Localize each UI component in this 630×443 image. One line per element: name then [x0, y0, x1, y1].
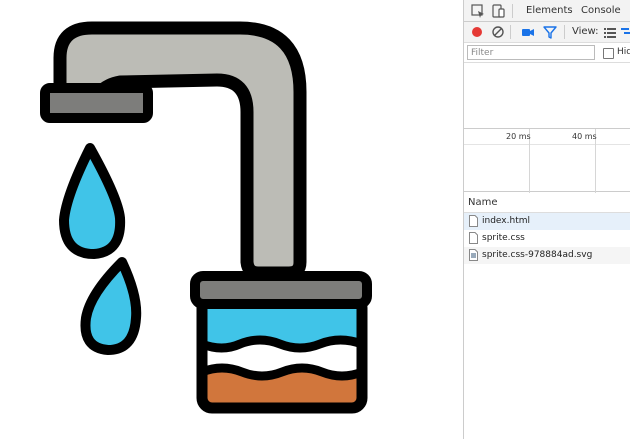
request-name: sprite.css-978884ad.svg [482, 250, 593, 260]
devtools-panel: Elements Console View: H [463, 0, 630, 439]
request-name: index.html [482, 216, 530, 226]
timeline-tick: 40 ms [572, 132, 597, 141]
request-name: sprite.css [482, 233, 525, 243]
glass-lid [190, 271, 372, 309]
request-row[interactable]: sprite.css-978884ad.svg [464, 247, 630, 264]
water-drop-2 [80, 257, 142, 355]
tab-separator [512, 4, 513, 18]
document-icon [469, 215, 478, 227]
water-drop-1 [59, 143, 126, 259]
hide-data-urls-checkbox[interactable] [603, 48, 614, 59]
timeline-overview[interactable]: 20 ms 40 ms [464, 128, 630, 193]
view-label: View: [572, 26, 599, 37]
timeline-tick: 20 ms [506, 132, 531, 141]
document-icon [469, 232, 478, 244]
capture-screenshots-icon[interactable] [520, 24, 536, 40]
filter-row: Hid [464, 43, 630, 63]
hide-data-urls-label: Hid [617, 47, 630, 57]
clear-icon[interactable] [490, 24, 506, 40]
list-view-icon[interactable] [602, 24, 618, 40]
devtools-tab-bar: Elements Console [464, 0, 630, 22]
waterfall-view-icon[interactable] [620, 24, 630, 40]
page-viewport [0, 0, 463, 439]
name-header-label: Name [468, 197, 498, 208]
request-row[interactable]: sprite.css [464, 230, 630, 247]
record-icon[interactable] [469, 24, 485, 40]
name-column-header[interactable]: Name [464, 193, 630, 213]
toolbar-separator [564, 25, 565, 39]
water-glass [196, 292, 368, 414]
toolbar-separator [510, 25, 511, 39]
image-file-icon [469, 249, 478, 261]
device-toolbar-icon[interactable] [490, 3, 506, 19]
filter-input[interactable] [467, 45, 595, 60]
filter-icon[interactable] [542, 24, 558, 40]
request-row[interactable]: index.html [464, 213, 630, 230]
faucet-nozzle [40, 83, 153, 123]
timeline-ruler [464, 129, 630, 145]
network-toolbar: View: [464, 22, 630, 43]
request-list: index.html sprite.css sprite.css-978884a… [464, 213, 630, 264]
tab-console[interactable]: Console [581, 5, 621, 16]
faucet-illustration [40, 21, 372, 414]
inspect-element-icon[interactable] [470, 3, 486, 19]
tab-elements[interactable]: Elements [526, 5, 573, 16]
